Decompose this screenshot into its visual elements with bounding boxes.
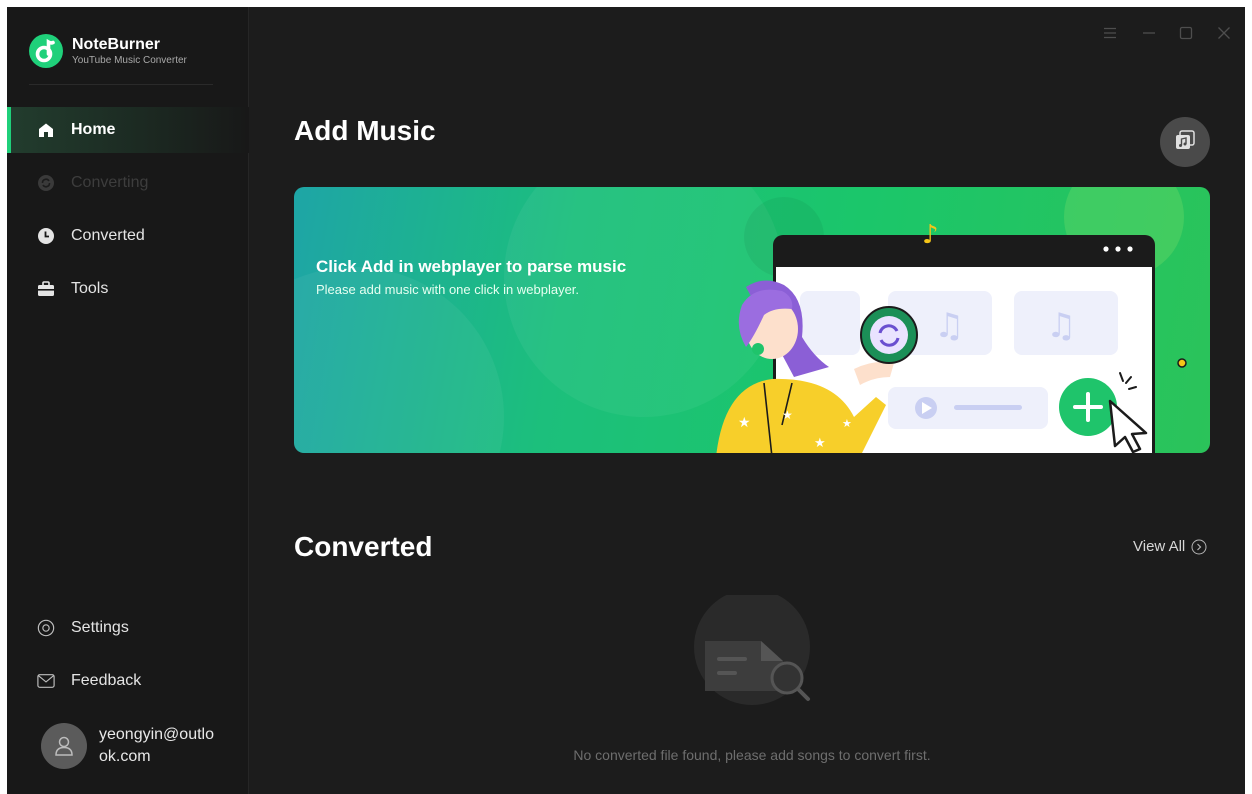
user-profile[interactable]: yeongyin@outlook.com (41, 723, 219, 769)
sidebar-item-label: Settings (71, 619, 129, 636)
add-music-heading: Add Music (294, 115, 436, 146)
mail-icon (37, 672, 55, 690)
toolbox-icon (37, 280, 55, 298)
divider (29, 84, 213, 85)
sidebar-item-label: Converted (71, 227, 145, 244)
view-all-label: View All (1133, 538, 1186, 555)
music-library-icon (1174, 129, 1196, 156)
svg-text:★: ★ (738, 415, 751, 431)
empty-state-icon (687, 589, 817, 705)
svg-text:★: ★ (814, 436, 826, 451)
close-icon[interactable] (1216, 25, 1232, 41)
sidebar-item-label: Converting (71, 174, 149, 191)
clock-icon (37, 227, 55, 245)
view-all-link[interactable]: View All (1133, 538, 1207, 555)
minimize-icon[interactable] (1141, 25, 1157, 41)
sidebar-item-settings[interactable]: Settings (7, 605, 249, 651)
chevron-right-icon (1191, 539, 1207, 555)
webplayer-illustration: ♫ ♫ ♪ ★ ★ ★ ★ (716, 220, 1187, 453)
sidebar-bottom: Settings Feedback (7, 605, 249, 711)
sidebar-item-home[interactable]: Home (7, 107, 249, 153)
app-logo-icon (29, 34, 63, 68)
svg-text:♪: ♪ (922, 220, 939, 250)
brand: NoteBurner YouTube Music Converter (29, 31, 187, 71)
user-icon (41, 723, 87, 769)
sidebar-item-label: Tools (71, 280, 109, 297)
music-library-button[interactable] (1160, 117, 1210, 167)
home-icon (37, 121, 55, 139)
sidebar-item-feedback[interactable]: Feedback (7, 658, 249, 704)
svg-text:♫: ♫ (934, 306, 964, 346)
add-music-banner[interactable]: Click Add in webplayer to parse music Pl… (294, 187, 1210, 453)
sidebar-item-tools[interactable]: Tools (7, 266, 249, 312)
sidebar-item-converted[interactable]: Converted (7, 213, 249, 259)
sidebar-item-label: Home (71, 121, 116, 138)
brand-subtitle: YouTube Music Converter (72, 54, 187, 66)
converting-icon (37, 174, 55, 192)
svg-text:★: ★ (842, 417, 852, 430)
sidebar: NoteBurner YouTube Music Converter Home … (7, 7, 249, 794)
brand-title: NoteBurner (72, 35, 161, 53)
gear-icon (37, 619, 55, 637)
menu-icon[interactable] (1102, 25, 1118, 41)
user-email: yeongyin@outlook.com (99, 726, 214, 765)
svg-text:★: ★ (782, 408, 793, 422)
empty-state-message: No converted file found, please add song… (573, 747, 931, 763)
sidebar-item-label: Feedback (71, 672, 142, 689)
sidebar-item-converting[interactable]: Converting (7, 160, 249, 206)
converted-heading: Converted (294, 531, 433, 562)
sidebar-nav: Home Converting Converted Tools (7, 107, 249, 319)
maximize-icon[interactable] (1178, 25, 1194, 41)
svg-text:♫: ♫ (1046, 306, 1076, 346)
app-window: NoteBurner YouTube Music Converter Home … (7, 7, 1245, 794)
